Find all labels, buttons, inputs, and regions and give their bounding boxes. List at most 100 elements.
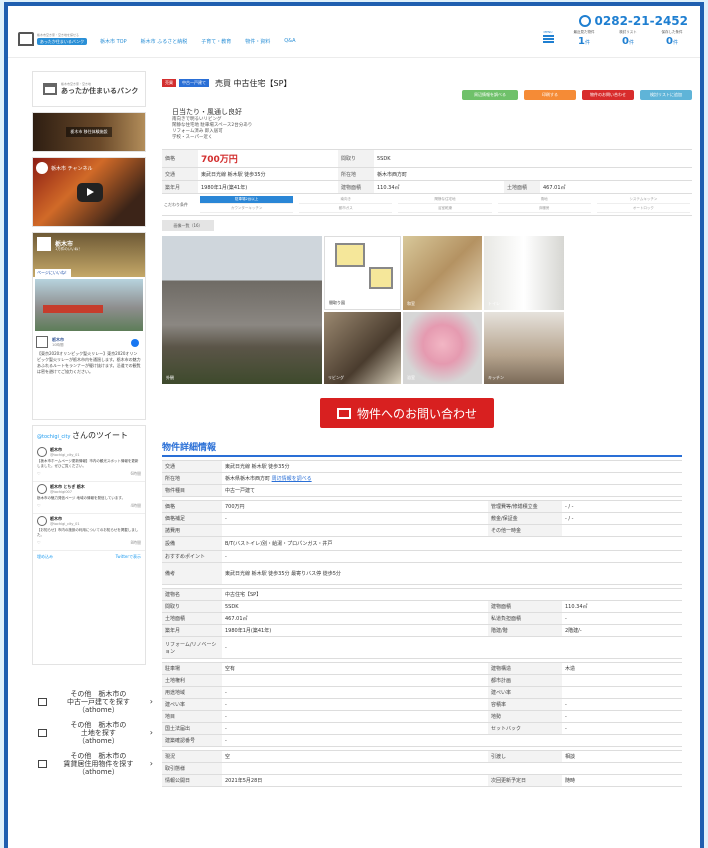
header-counters: MENU 最近見た物件 1件 検討リスト 0件 保存した条件 0件: [538, 30, 690, 47]
detail-row: 土地権利 都市計画: [162, 675, 682, 687]
feature-chip[interactable]: オートロック: [596, 205, 690, 213]
details-title: 物件詳細情報: [162, 440, 682, 457]
youtube-embed[interactable]: 栃木市 チャンネル: [32, 157, 146, 227]
link-rental[interactable]: その他 栃木市の 賃貸居住用物件を探す （athome） ›: [38, 751, 153, 776]
gallery-tab[interactable]: 画像一覧（16）: [162, 220, 214, 231]
logo-name: あったか住まいるバンク: [37, 38, 87, 45]
fb-post-photo[interactable]: [35, 279, 143, 331]
detail-row: 現況 空 引渡し 相談: [162, 751, 682, 763]
fb-cover[interactable]: 栃木市 1万件のいいね！ ページにいいね！: [33, 233, 145, 277]
link-used-house[interactable]: その他 栃木市の 中古一戸建てを探す （athome） ›: [38, 689, 153, 714]
property-inquiry-button[interactable]: 物件へのお問い合わせ: [320, 398, 494, 428]
feature-chip[interactable]: 閑静な住宅地: [398, 196, 492, 204]
mail-icon: [336, 407, 351, 419]
nav-childcare[interactable]: 子育て・教育: [201, 38, 231, 45]
catch-copy: 日当たり・風通し良好 南向きで明るいリビング 閑静な住宅地 駐車場スペース2台分…: [172, 108, 253, 140]
photo-toilet[interactable]: トイレ: [484, 236, 564, 310]
feature-chip[interactable]: システムキッチン: [596, 196, 690, 204]
link-land[interactable]: その他 栃木市の 土地を探す （athome） ›: [38, 720, 153, 745]
menu-button[interactable]: MENU: [538, 30, 558, 43]
heart-icon[interactable]: ♡: [37, 540, 41, 546]
phone-number[interactable]: 0282-21-2452: [578, 14, 688, 28]
tweet[interactable]: 栃木市 @tochigi_city_01 【お知らせ】市内の施設の利用についてのお…: [33, 514, 145, 551]
photo-japanese-room[interactable]: 和室: [403, 236, 482, 310]
detail-row: 諸費用 その他一時金: [162, 525, 682, 537]
house-logo-icon: [18, 32, 34, 46]
detail-row: 築年月 1980年1月(築41年) 階建/階 2階建/-: [162, 625, 682, 637]
feature-chip[interactable]: 都市ガス: [299, 205, 393, 213]
detail-row: 所在地 栃木県栃木市西方町 周辺情報を調べる: [162, 473, 682, 485]
action-buttons: 周辺情報を調べる 印刷する 物件のお問い合わせ 検討リストに追加: [462, 90, 692, 100]
feature-chip[interactable]: 駐車場2台以上: [200, 196, 294, 204]
detail-row: 価格補足 - 敷金/保証金 - / -: [162, 513, 682, 525]
hamburger-icon: [542, 35, 554, 37]
tweet[interactable]: 栃木市 とちぎ 栃木 @tochigi007 栃木市の魅力発信ページ 地域の情報を…: [33, 482, 145, 514]
detail-row: 駐車場 空有 建物構造 木造: [162, 663, 682, 675]
detail-row: 備考 東武日光線 栃木駅 徒歩35分 最寄りバス停 徒歩5分: [162, 563, 682, 585]
tweet[interactable]: 栃木市 @tochigi_city_01 【栃木市ホームページ更新情報】市内の観光…: [33, 445, 145, 482]
sidebar-logo-card[interactable]: 栃木市空き家・空き地 あったか住まいるバンク: [32, 71, 146, 107]
detail-row: 国土法届出 - セットバック -: [162, 723, 682, 735]
nearby-info-button[interactable]: 周辺情報を調べる: [462, 90, 518, 100]
feature-chip[interactable]: 床暖房: [497, 205, 591, 213]
detail-row: 情報公開日 2021年5月28日 次回更新予定日 随時: [162, 775, 682, 787]
print-button[interactable]: 印刷する: [524, 90, 576, 100]
chevron-right-icon: ›: [149, 728, 153, 737]
feature-chip[interactable]: 浴室乾燥: [398, 205, 492, 213]
phone-icon: [578, 15, 591, 27]
add-to-list-button[interactable]: 検討リストに追加: [640, 90, 692, 100]
photo-kitchen[interactable]: キッチン: [484, 312, 564, 384]
counter-saved-search[interactable]: 保存した条件 0件: [654, 30, 690, 47]
photo-exterior[interactable]: 外観: [162, 236, 322, 384]
property-title-row: 売買 中古一戸建て 売買 中古住宅【SP】: [162, 75, 692, 91]
nav-top[interactable]: 栃木市 TOP: [100, 38, 127, 45]
site-header: 栃木市空き家・空き地を探せる あったか住まいるバンク 栃木市 TOP 栃木市 ふ…: [8, 6, 700, 58]
top-nav: 栃木市 TOP 栃木市 ふるさと納税 子育て・教育 物件・資料 Q&A: [100, 38, 296, 45]
twitter-header[interactable]: @tochigi_city さんのツイート: [33, 426, 145, 445]
trial-stay-banner[interactable]: 栃木市 移住体験施設: [32, 112, 146, 152]
spec-row: 築年月 1980年1月(築41年) 建物面積 110.34㎡ 土地面積 467.…: [162, 181, 692, 194]
chevron-right-icon: ›: [149, 759, 153, 768]
counter-recent[interactable]: 最近見た物件 1件: [566, 30, 602, 47]
spec-table: 価格 700万円 間取り 5SDK 交通 東武日光線 栃木駅 徒歩35分 所在地…: [162, 149, 692, 216]
sidebar: 栃木市空き家・空き地 あったか住まいるバンク 栃木市 移住体験施設 栃木市 チャ…: [32, 71, 146, 670]
view-on-twitter-link[interactable]: Twitterで表示: [116, 554, 141, 560]
nav-furusato[interactable]: 栃木市 ふるさと納税: [141, 38, 188, 45]
house-icon: [38, 728, 47, 737]
price-value: 700万円: [201, 155, 238, 165]
twitter-embed: @tochigi_city さんのツイート 栃木市 @tochigi_city_0…: [32, 425, 146, 665]
heart-icon[interactable]: ♡: [37, 503, 41, 509]
heart-icon[interactable]: ♡: [37, 471, 41, 477]
feature-chip[interactable]: カウンターキッチン: [200, 205, 294, 213]
feature-chip[interactable]: 南向き: [299, 196, 393, 204]
facebook-icon: [131, 339, 139, 347]
property-main: 売買 中古一戸建て 売買 中古住宅【SP】 周辺情報を調べる 印刷する 物件のお…: [162, 71, 692, 787]
house-icon: [43, 83, 57, 95]
inquiry-button[interactable]: 物件のお問い合わせ: [582, 90, 634, 100]
twitter-embed-link[interactable]: 埋め込み: [37, 554, 53, 560]
detail-row: 取引態様: [162, 763, 682, 775]
photo-bath[interactable]: 浴室: [403, 312, 482, 384]
property-title: 売買 中古住宅【SP】: [215, 78, 292, 88]
spec-row: 交通 東武日光線 栃木駅 徒歩35分 所在地 栃木市西方町: [162, 168, 692, 181]
house-icon: [38, 697, 47, 706]
feature-chip[interactable]: 角地: [497, 196, 591, 204]
counter-favorites[interactable]: 検討リスト 0件: [610, 30, 646, 47]
nav-materials[interactable]: 物件・資料: [245, 38, 270, 45]
detail-row: 設備 B/T(バストイレ)別・給湯・プロパンガス・井戸: [162, 537, 682, 551]
tweet-avatar: [37, 484, 47, 494]
nav-faq[interactable]: Q&A: [284, 38, 295, 45]
fb-like-button[interactable]: ページにいいね！: [35, 269, 71, 277]
photo-floorplan[interactable]: 間取り図: [324, 236, 401, 310]
detail-row: リフォーム/リノベーション -: [162, 637, 682, 659]
athome-links: その他 栃木市の 中古一戸建てを探す （athome） › その他 栃木市の 土…: [38, 689, 153, 782]
logo-tagline: 栃木市空き家・空き地を探せる: [37, 33, 80, 37]
site-logo[interactable]: 栃木市空き家・空き地を探せる あったか住まいるバンク: [18, 30, 88, 48]
detail-row: 建築確認番号 -: [162, 735, 682, 747]
detail-row: 地目 - 地勢 -: [162, 711, 682, 723]
photo-living[interactable]: リビング: [324, 312, 401, 384]
fb-post-text: 【東京2020オリンピック聖火リレー】東京2020オリンピック聖火リレーが栃木市…: [37, 351, 141, 374]
nearby-info-link[interactable]: 周辺情報を調べる: [272, 475, 312, 482]
play-icon[interactable]: [77, 183, 103, 202]
fb-page-avatar: [37, 237, 51, 251]
